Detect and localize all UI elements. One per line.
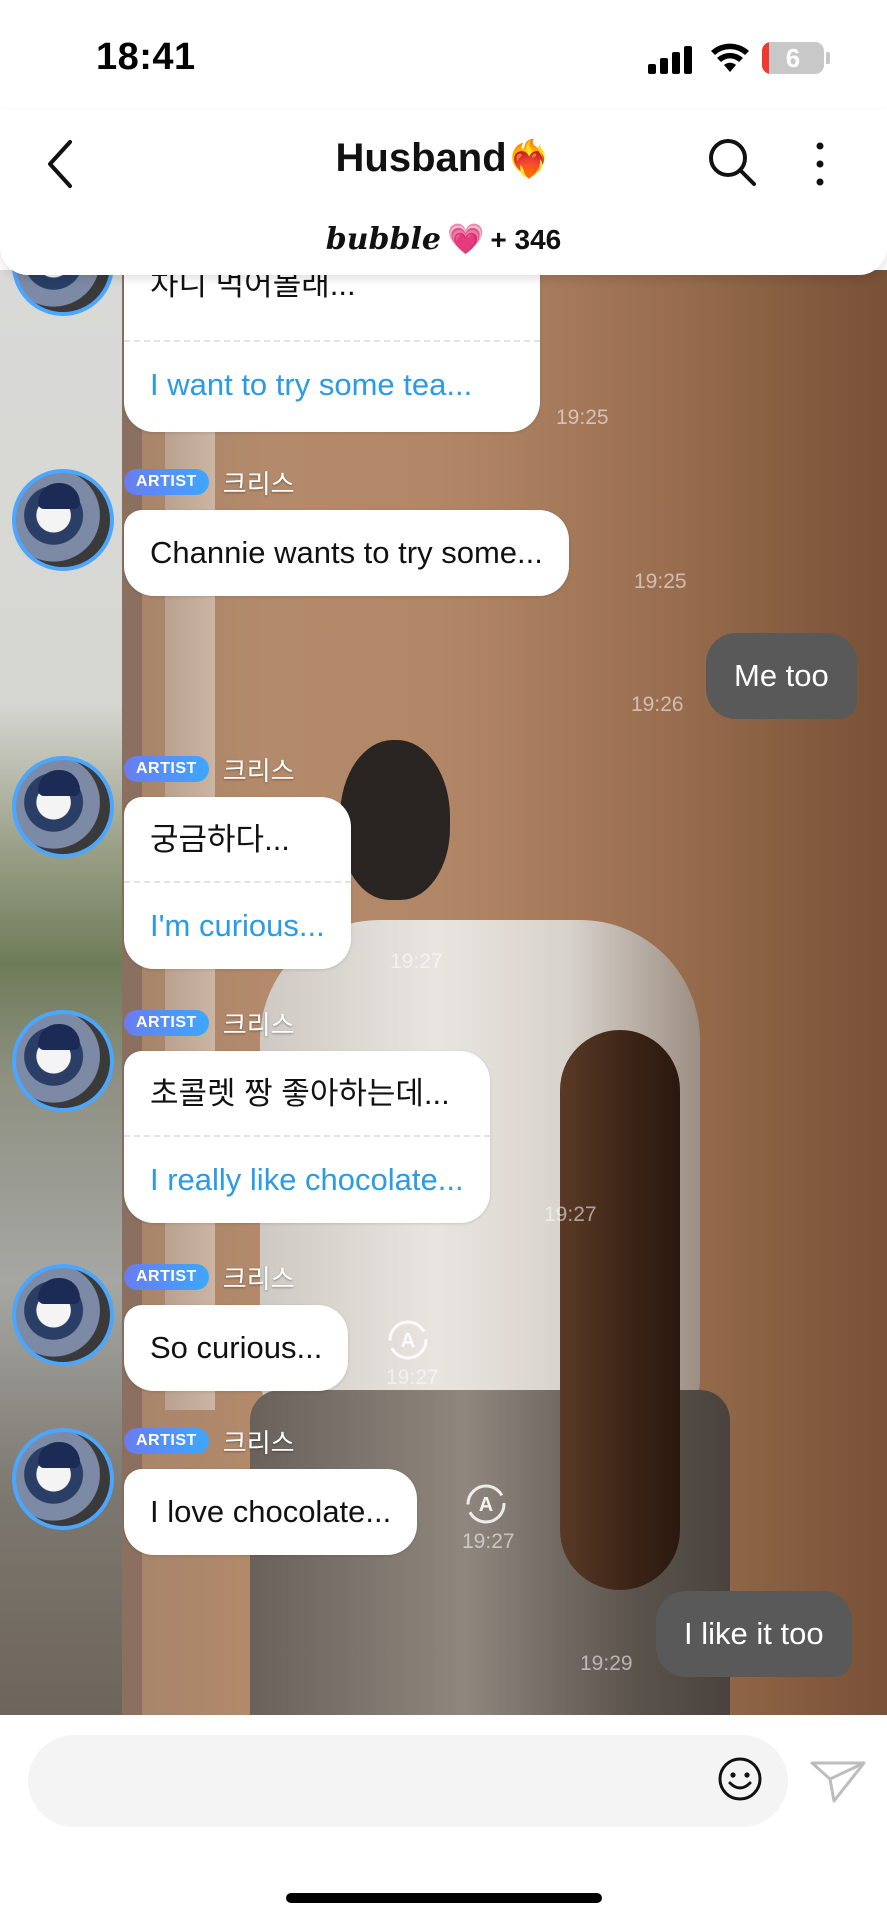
chat-header: Husband❤️‍🔥 bubble 💗 + 346 (0, 110, 887, 275)
send-icon[interactable] (808, 1757, 868, 1805)
translate-icon[interactable]: A (464, 1482, 508, 1526)
message-translation: I really like chocolate... (150, 1162, 464, 1197)
more-vertical-icon[interactable] (806, 138, 834, 190)
svg-text:A: A (479, 1494, 493, 1516)
artist-badge: ARTIST (124, 1010, 209, 1036)
message-time: 19:27 (386, 1366, 439, 1389)
translate-icon[interactable]: A (386, 1318, 430, 1362)
message-bubble: 초콜렛 짱 좋아하는데... I really like chocolate..… (124, 1051, 490, 1223)
message-time: 19:29 (580, 1652, 633, 1675)
artist-badge: ARTIST (124, 1264, 209, 1290)
artist-avatar[interactable] (12, 1264, 114, 1366)
status-time: 18:41 (96, 36, 196, 78)
message-text: I love chocolate... (150, 1494, 392, 1529)
message-sender-row: ARTIST 크리스 (124, 1426, 295, 1458)
message-bubble: 궁금하다... I'm curious... (124, 797, 351, 969)
message-text: So curious... (150, 1330, 323, 1365)
message-time: 19:27 (544, 1203, 597, 1226)
artist-avatar[interactable] (12, 756, 114, 858)
message-input[interactable] (28, 1735, 788, 1827)
message-korean: 궁금하다... (124, 797, 351, 883)
message-korean: 초콜렛 짱 좋아하는데... (124, 1051, 490, 1137)
message-bubble: I love chocolate... (124, 1469, 418, 1555)
message-bubble: Channie wants to try some... (124, 510, 569, 596)
pink-heart-icon: 💗 (447, 223, 485, 256)
artist-badge: ARTIST (124, 756, 209, 782)
participant-count: + 346 (490, 224, 562, 255)
artist-badge: ARTIST (124, 1428, 209, 1454)
sender-name: 크리스 (222, 755, 295, 786)
message-translation: I'm curious... (150, 908, 325, 943)
status-bar: 18:41 6 (0, 0, 887, 110)
chat-title-text: Husband (335, 136, 507, 180)
heart-on-fire-icon: ❤️‍🔥 (506, 138, 552, 179)
message-translation: I want to try some tea... (150, 367, 473, 402)
message-composer (0, 1715, 887, 1920)
message-time: 19:27 (390, 950, 443, 973)
message-time: 19:26 (631, 693, 684, 716)
home-indicator (286, 1893, 602, 1903)
wifi-icon (711, 43, 749, 72)
artist-avatar[interactable] (12, 1010, 114, 1112)
message-text: Me too (734, 658, 829, 693)
artist-avatar[interactable] (12, 1428, 114, 1530)
sender-name: 크리스 (222, 1009, 295, 1040)
battery-icon: 6 (762, 42, 824, 74)
my-message-bubble: Me too (706, 633, 857, 719)
message-time: 19:25 (556, 406, 609, 429)
message-bubble: 차니 먹어볼래... I want to try some tea... (124, 250, 540, 432)
artist-badge: ARTIST (124, 469, 209, 495)
message-time: 19:27 (462, 1530, 515, 1553)
sender-name: 크리스 (222, 468, 295, 499)
message-sender-row: ARTIST 크리스 (124, 1008, 295, 1040)
message-sender-row: ARTIST 크리스 (124, 1262, 295, 1294)
bubble-brand: bubble (325, 222, 441, 257)
sender-name: 크리스 (222, 1263, 295, 1294)
message-text: Channie wants to try some... (150, 535, 543, 570)
battery-percent: 6 (785, 43, 801, 73)
message-time: 19:25 (634, 570, 687, 593)
message-sender-row: ARTIST 크리스 (124, 754, 295, 786)
svg-text:A: A (401, 1330, 415, 1352)
artist-avatar[interactable] (12, 469, 114, 571)
subscriber-info: bubble 💗 + 346 (0, 222, 887, 257)
sender-name: 크리스 (222, 1427, 295, 1458)
message-sender-row: ARTIST 크리스 (124, 467, 295, 499)
message-bubble: So curious... (124, 1305, 349, 1391)
my-message-bubble: I like it too (656, 1591, 852, 1677)
signal-icon (648, 44, 694, 74)
search-icon[interactable] (704, 134, 760, 190)
emoji-icon[interactable] (716, 1755, 764, 1803)
message-text: I like it too (684, 1616, 824, 1651)
